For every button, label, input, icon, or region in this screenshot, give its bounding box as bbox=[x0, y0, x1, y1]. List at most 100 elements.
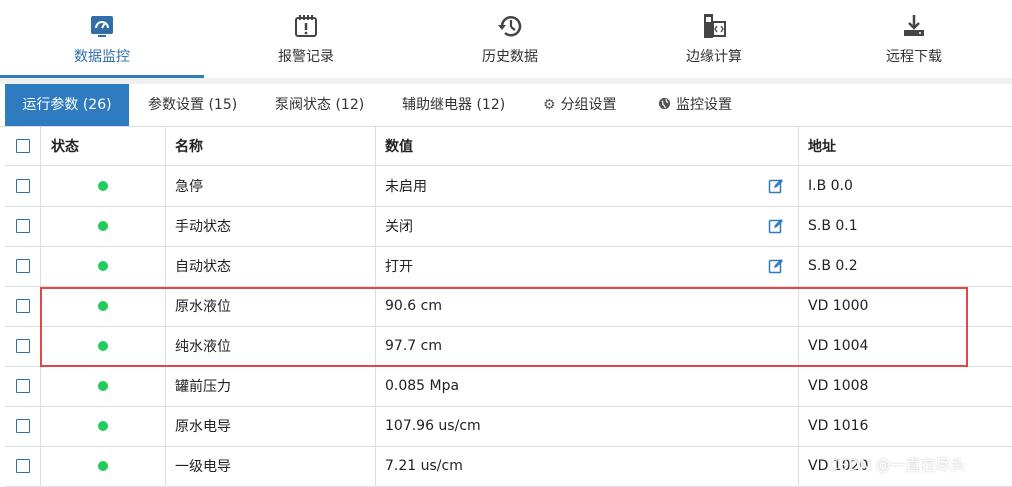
table-row[interactable]: 原水电导 107.96 us/cm VD 1016 bbox=[5, 406, 1012, 447]
row-select-cell bbox=[5, 166, 41, 206]
table-row[interactable]: 手动状态 关闭 S.B 0.1 bbox=[5, 206, 1012, 247]
value-text: 0.085 Mpa bbox=[385, 378, 460, 394]
tab-aux-relay[interactable]: 辅助继电器 (12) bbox=[402, 84, 505, 126]
value-cell: 90.6 cm bbox=[376, 286, 799, 326]
nav-item-data-monitor[interactable]: 数据监控 bbox=[0, 0, 204, 78]
status-cell bbox=[41, 446, 166, 486]
tab-monitor-settings[interactable]: 监控设置 bbox=[658, 84, 732, 126]
gear-icon: ⚙ bbox=[543, 97, 556, 113]
value-cell: 7.21 us/cm bbox=[376, 446, 799, 486]
row-checkbox[interactable] bbox=[15, 419, 30, 433]
value-cell: 关闭 bbox=[376, 206, 799, 246]
tab-param-settings[interactable]: 参数设置 (15) bbox=[148, 84, 237, 126]
name-cell: 急停 bbox=[166, 166, 376, 206]
address-cell: I.B 0.0 bbox=[808, 178, 853, 194]
table-row[interactable]: 纯水液位 97.7 cm VD 1004 bbox=[5, 326, 1012, 367]
row-select-cell bbox=[5, 406, 41, 446]
tab-run-params[interactable]: 运行参数 (26) bbox=[5, 84, 129, 126]
top-navigation: 数据监控 报警记录 历史数据 边缘计算 远程下载 bbox=[0, 0, 1012, 79]
name-cell: 原水液位 bbox=[166, 286, 376, 326]
row-checkbox[interactable] bbox=[15, 299, 30, 313]
status-cell bbox=[41, 246, 166, 286]
status-cell bbox=[41, 326, 166, 366]
name-cell: 原水电导 bbox=[166, 406, 376, 446]
select-all-cell bbox=[5, 127, 41, 165]
nav-label: 报警记录 bbox=[278, 49, 334, 65]
address-cell: VD 1008 bbox=[808, 378, 869, 394]
header-name[interactable]: 名称 bbox=[166, 127, 376, 165]
value-text: 未启用 bbox=[385, 179, 427, 195]
history-icon bbox=[498, 16, 522, 37]
row-select-cell bbox=[5, 366, 41, 406]
row-checkbox[interactable] bbox=[15, 259, 30, 273]
row-select-cell bbox=[5, 446, 41, 486]
watermark: CSDN @一直在尽头 bbox=[828, 456, 966, 474]
row-checkbox[interactable] bbox=[15, 219, 30, 233]
row-checkbox[interactable] bbox=[15, 459, 30, 473]
tab-pump-valve-status[interactable]: 泵阀状态 (12) bbox=[275, 84, 364, 126]
tab-group-settings[interactable]: ⚙ 分组设置 bbox=[543, 84, 617, 126]
tab-label: 分组设置 bbox=[560, 97, 617, 113]
status-cell bbox=[41, 286, 166, 326]
edit-icon[interactable] bbox=[768, 258, 784, 274]
address-cell: VD 1004 bbox=[808, 338, 869, 354]
status-cell bbox=[41, 166, 166, 206]
tab-label: 运行参数 (26) bbox=[22, 97, 112, 113]
table-row[interactable]: 急停 未启用 I.B 0.0 bbox=[5, 166, 1012, 207]
header-value[interactable]: 数值 bbox=[376, 127, 799, 165]
code-icon bbox=[704, 14, 726, 38]
status-indicator bbox=[98, 421, 108, 431]
nav-label: 数据监控 bbox=[74, 49, 130, 65]
edit-icon[interactable] bbox=[768, 218, 784, 234]
nav-item-alarm-records[interactable]: 报警记录 bbox=[204, 0, 408, 78]
tab-label: 参数设置 (15) bbox=[148, 97, 238, 113]
table-header-row: 状态 名称 数值 地址 bbox=[5, 127, 1012, 166]
address-cell: VD 1016 bbox=[808, 418, 869, 434]
globe-icon bbox=[658, 84, 671, 126]
row-select-cell bbox=[5, 286, 41, 326]
row-checkbox[interactable] bbox=[15, 379, 30, 393]
value-text: 关闭 bbox=[385, 219, 413, 235]
status-indicator bbox=[98, 381, 108, 391]
tab-bar: 运行参数 (26) 参数设置 (15) 泵阀状态 (12) 辅助继电器 (12)… bbox=[0, 84, 1012, 127]
row-select-cell bbox=[5, 206, 41, 246]
select-all-checkbox[interactable] bbox=[15, 139, 30, 153]
table-row[interactable]: 自动状态 打开 S.B 0.2 bbox=[5, 246, 1012, 287]
tab-label: 泵阀状态 (12) bbox=[275, 97, 365, 113]
row-checkbox[interactable] bbox=[15, 339, 30, 353]
value-cell: 未启用 bbox=[376, 166, 799, 206]
value-text: 打开 bbox=[385, 259, 413, 275]
row-checkbox[interactable] bbox=[15, 179, 30, 193]
download-icon bbox=[904, 15, 924, 36]
status-indicator bbox=[98, 181, 108, 191]
status-cell bbox=[41, 366, 166, 406]
nav-item-edge-computing[interactable]: 边缘计算 bbox=[612, 0, 816, 78]
address-cell: VD 1000 bbox=[808, 298, 869, 314]
edit-icon[interactable] bbox=[768, 178, 784, 194]
name-cell: 手动状态 bbox=[166, 206, 376, 246]
tab-label: 监控设置 bbox=[676, 97, 732, 113]
name-cell: 自动状态 bbox=[166, 246, 376, 286]
status-indicator bbox=[98, 261, 108, 271]
value-cell: 107.96 us/cm bbox=[376, 406, 799, 446]
status-indicator bbox=[98, 221, 108, 231]
nav-item-history-data[interactable]: 历史数据 bbox=[408, 0, 612, 78]
table-row[interactable]: 原水液位 90.6 cm VD 1000 bbox=[5, 286, 1012, 327]
header-status[interactable]: 状态 bbox=[41, 127, 166, 165]
nav-item-remote-download[interactable]: 远程下载 bbox=[816, 0, 1012, 78]
value-text: 7.21 us/cm bbox=[385, 458, 463, 474]
status-indicator bbox=[98, 301, 108, 311]
status-indicator bbox=[98, 341, 108, 351]
header-address[interactable]: 地址 bbox=[799, 127, 1012, 165]
value-cell: 打开 bbox=[376, 246, 799, 286]
row-select-cell bbox=[5, 326, 41, 366]
table-row[interactable]: 罐前压力 0.085 Mpa VD 1008 bbox=[5, 366, 1012, 407]
value-text: 97.7 cm bbox=[385, 338, 442, 354]
name-cell: 一级电导 bbox=[166, 446, 376, 486]
tab-label: 辅助继电器 (12) bbox=[402, 97, 506, 113]
name-cell: 纯水液位 bbox=[166, 326, 376, 366]
value-cell: 97.7 cm bbox=[376, 326, 799, 366]
nav-label: 历史数据 bbox=[482, 49, 538, 65]
row-select-cell bbox=[5, 246, 41, 286]
value-cell: 0.085 Mpa bbox=[376, 366, 799, 406]
